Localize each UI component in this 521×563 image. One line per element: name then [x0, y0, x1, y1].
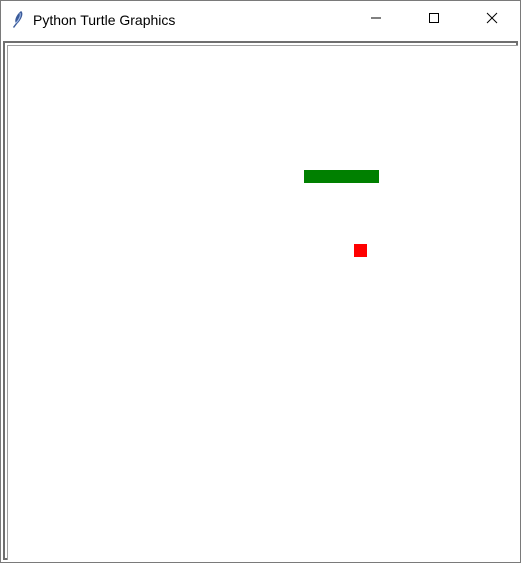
- title-bar[interactable]: Python Turtle Graphics: [1, 1, 520, 39]
- maximize-icon: [428, 11, 440, 29]
- canvas-frame: [3, 41, 518, 560]
- maximize-button[interactable]: [411, 1, 457, 39]
- feather-icon: [10, 10, 26, 30]
- close-button[interactable]: [469, 1, 515, 39]
- minimize-icon: [370, 11, 382, 29]
- turtle-canvas[interactable]: [7, 45, 518, 560]
- turtle-window: Python Turtle Graphics: [0, 0, 521, 563]
- close-icon: [486, 11, 498, 29]
- minimize-button[interactable]: [353, 1, 399, 39]
- food-pellet: [354, 244, 367, 257]
- window-title: Python Turtle Graphics: [33, 12, 176, 28]
- snake-body: [304, 170, 379, 183]
